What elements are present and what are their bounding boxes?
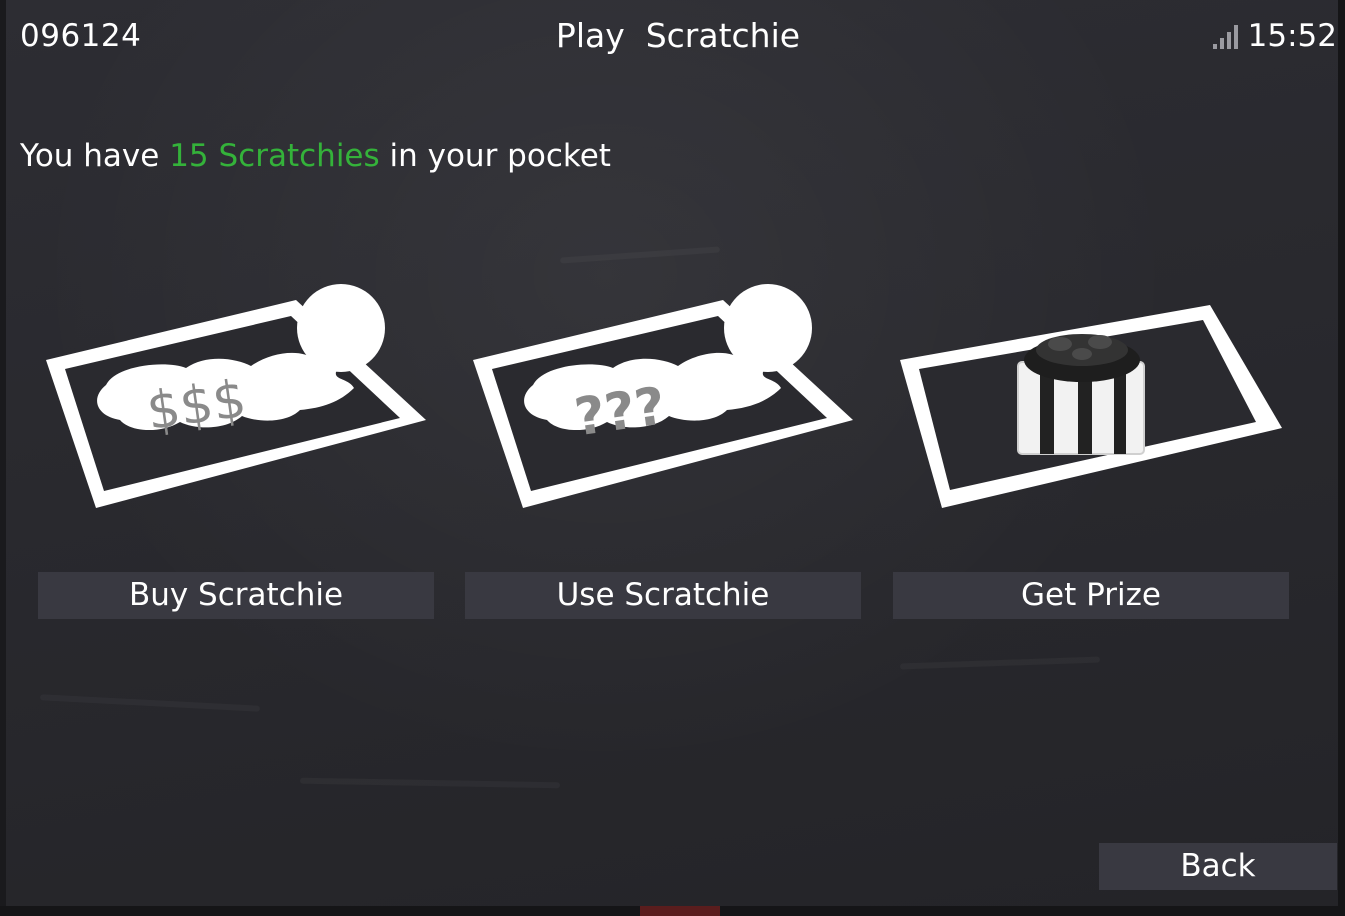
buy-scratchie-button[interactable]: Buy Scratchie [38, 572, 434, 619]
chalk-streak [560, 246, 720, 263]
question-ticket-icon: ??? [473, 284, 853, 508]
pocket-message-suffix: in your pocket [379, 138, 611, 174]
frame-edge [1338, 0, 1345, 916]
pocket-message: You have 15 Scratchies in your pocket [20, 134, 611, 178]
chalk-streak [900, 657, 1100, 670]
back-button[interactable]: Back [1099, 843, 1337, 890]
signal-bars-icon [1212, 23, 1238, 49]
status-time: 15:52 [1247, 18, 1337, 54]
scratchie-count: 15 Scratchies [169, 138, 380, 174]
pocket-message-prefix: You have [20, 138, 170, 174]
dollar-ticket-icon: $$$ [46, 284, 426, 508]
question-symbols: ??? [571, 376, 669, 448]
get-prize-button[interactable]: Get Prize [893, 572, 1289, 619]
status-right: 15:52 [1212, 14, 1337, 58]
buy-scratchie-illustration[interactable]: $$$ [36, 280, 436, 530]
get-prize-illustration[interactable] [890, 280, 1290, 530]
use-scratchie-illustration[interactable]: ??? [463, 280, 863, 530]
frame-edge [0, 0, 6, 916]
frame-glow [640, 906, 720, 916]
chalk-streak [40, 694, 260, 712]
chalk-streak [300, 778, 560, 789]
scratchie-screen: 096124 Play Scratchie 15:52 You have 15 … [0, 0, 1345, 916]
use-scratchie-button[interactable]: Use Scratchie [465, 572, 861, 619]
page-title: Play Scratchie [555, 16, 801, 55]
gift-ticket-icon [900, 305, 1282, 508]
